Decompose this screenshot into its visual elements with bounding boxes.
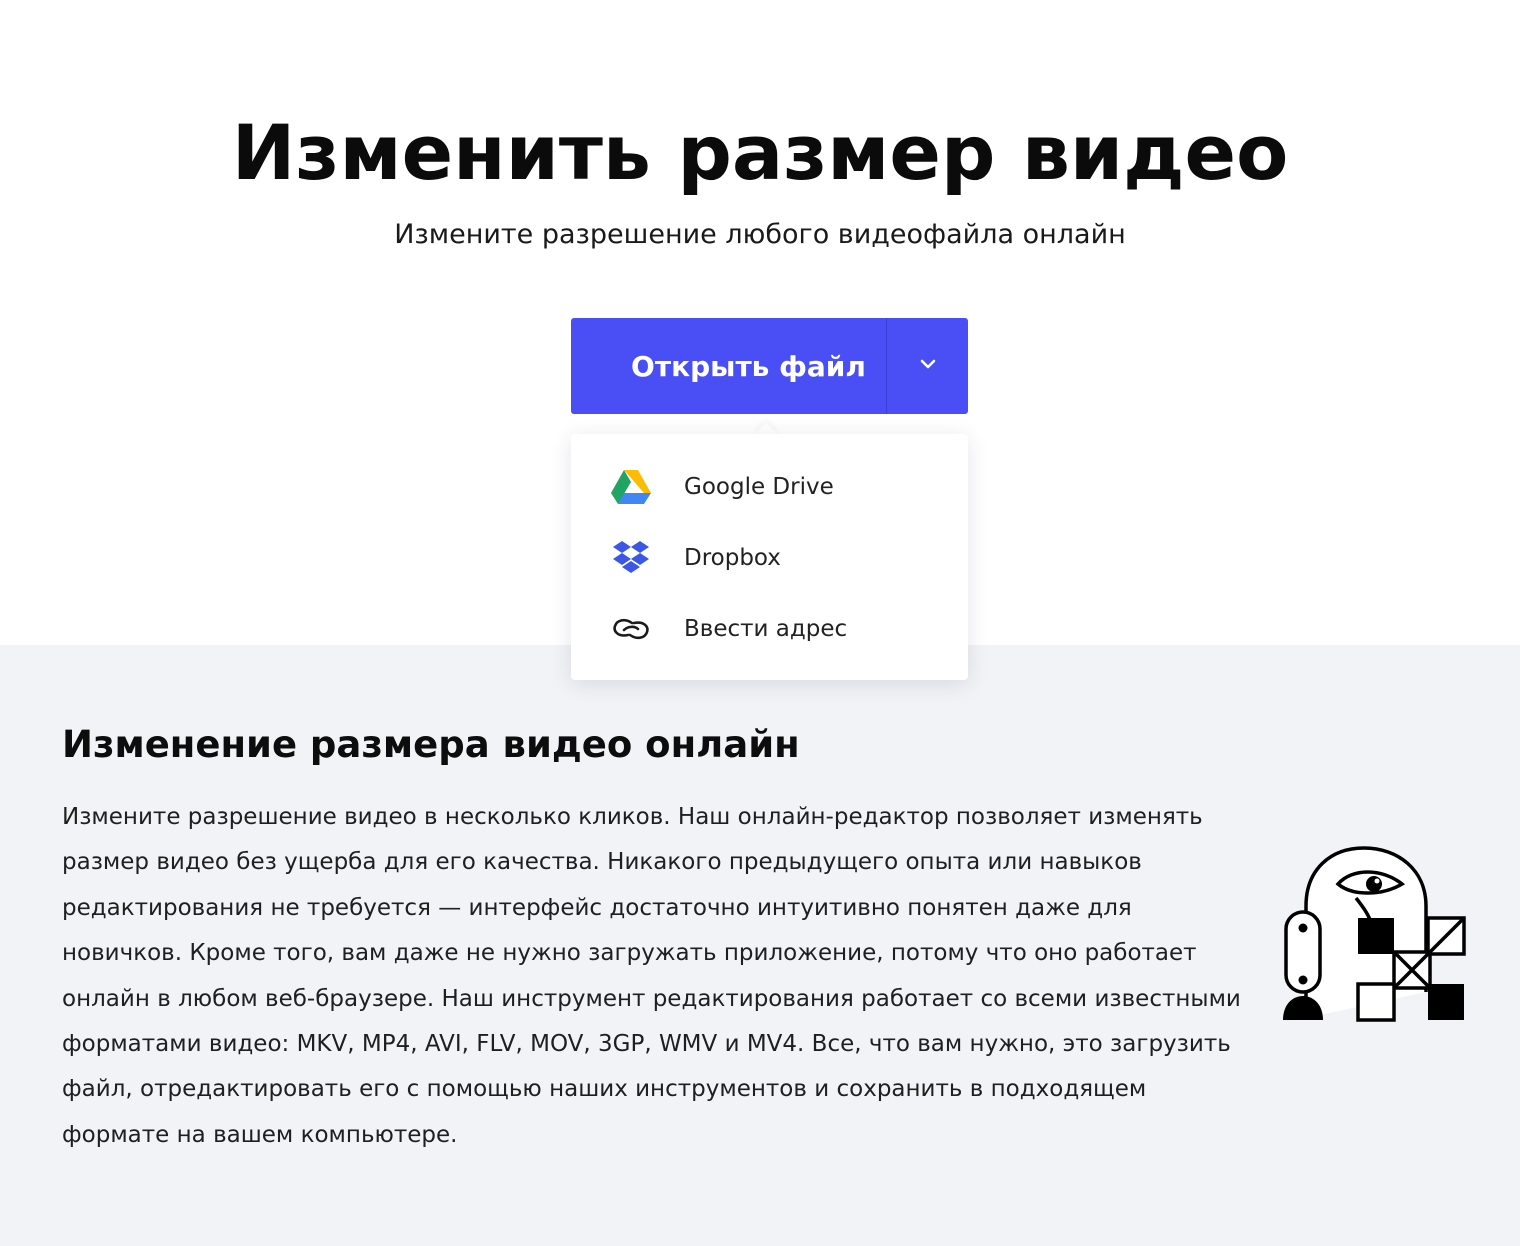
page-subtitle: Измените разрешение любого видеофайла он… xyxy=(394,219,1126,250)
menu-item-label: Dropbox xyxy=(684,544,781,571)
open-source-dropdown: Google Drive Dropbox Ввести адрес xyxy=(571,434,968,680)
menu-item-google-drive[interactable]: Google Drive xyxy=(571,451,968,522)
google-drive-icon xyxy=(611,467,651,507)
menu-item-label: Google Drive xyxy=(684,473,834,500)
menu-item-dropbox[interactable]: Dropbox xyxy=(571,522,968,593)
section-title: Изменение размера видео онлайн xyxy=(62,723,800,766)
link-icon xyxy=(611,609,651,649)
page-title: Изменить размер видео xyxy=(231,108,1289,197)
dropbox-icon xyxy=(611,538,651,578)
robot-illustration xyxy=(1278,842,1468,1024)
page: Изменить размер видео Измените разрешени… xyxy=(0,0,1520,1246)
open-options-toggle[interactable] xyxy=(887,318,968,414)
open-file-button[interactable]: Открыть файл xyxy=(571,318,886,414)
chevron-down-icon xyxy=(918,354,938,378)
section-description: Измените разрешение видео в несколько кл… xyxy=(62,804,1241,1148)
menu-item-enter-url[interactable]: Ввести адрес xyxy=(571,593,968,664)
menu-item-label: Ввести адрес xyxy=(684,615,848,642)
open-file-button-group: Открыть файл xyxy=(571,318,968,414)
